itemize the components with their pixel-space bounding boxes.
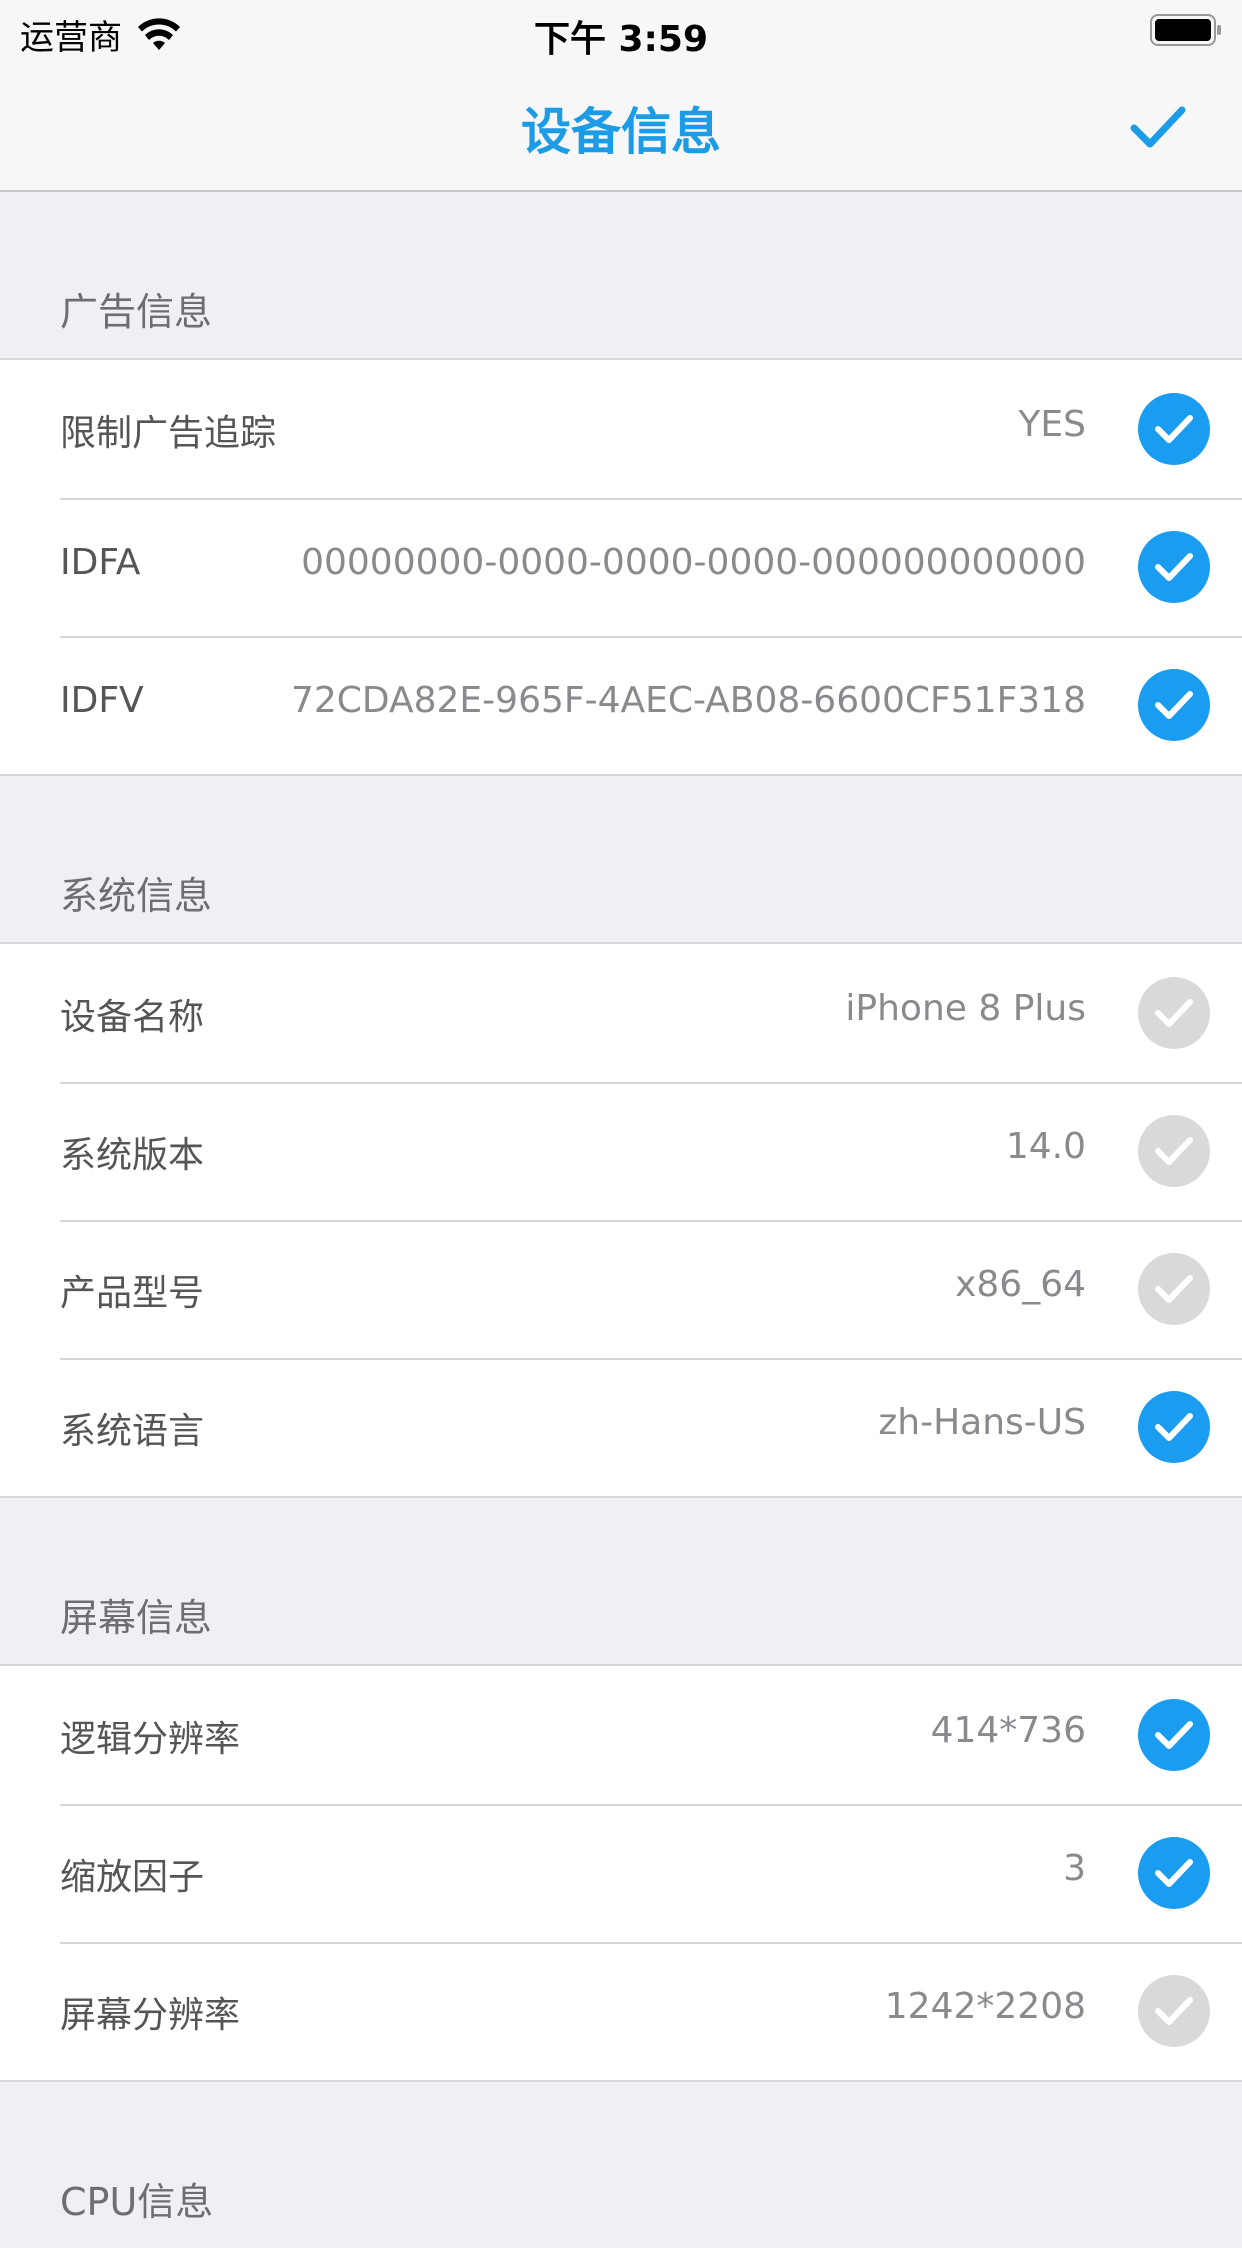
row-value: 414*736 (930, 1710, 1086, 1751)
table-row[interactable]: 屏幕分辨率 1242*2208 (0, 1942, 1242, 2080)
row-value: iPhone 8 Plus (845, 988, 1086, 1029)
checkmark-on-icon[interactable] (1138, 393, 1210, 465)
row-label: 缩放因子 (60, 1857, 205, 1898)
row-label: 屏幕分辨率 (60, 1995, 241, 2036)
navigation-bar: 设备信息 (0, 62, 1242, 192)
table-row[interactable]: 设备名称 iPhone 8 Plus (0, 944, 1242, 1082)
checkmark-on-icon[interactable] (1138, 669, 1210, 741)
checkmark-on-icon[interactable] (1138, 1837, 1210, 1909)
row-label: 系统版本 (60, 1135, 205, 1176)
section-title: CPU信息 (60, 2180, 214, 2224)
checkmark-on-icon[interactable] (1138, 1391, 1210, 1463)
row-label: 逻辑分辨率 (60, 1719, 241, 1760)
row-value: 72CDA82E-965F-4AEC-AB08-6600CF51F318 (290, 680, 1086, 721)
row-label: IDFV (60, 680, 144, 721)
section-group: 逻辑分辨率 414*736 缩放因子 3 屏幕分辨率 1242*2208 (0, 1664, 1242, 2082)
done-check-button[interactable] (1128, 102, 1188, 152)
table-row[interactable]: IDFV 72CDA82E-965F-4AEC-AB08-6600CF51F318 (0, 636, 1242, 774)
row-label: 限制广告追踪 (60, 413, 277, 454)
table-row[interactable]: 系统版本 14.0 (0, 1082, 1242, 1220)
section-title: 广告信息 (60, 290, 213, 334)
table-row[interactable]: IDFA 00000000-0000-0000-0000-000000000000 (0, 498, 1242, 636)
section-title: 系统信息 (60, 874, 213, 918)
row-label: 产品型号 (60, 1273, 205, 1314)
row-value: 1242*2208 (884, 1986, 1086, 2027)
section-title: 屏幕信息 (60, 1596, 213, 1640)
page-title: 设备信息 (521, 103, 721, 161)
row-value: 00000000-0000-0000-0000-000000000000 (301, 542, 1086, 583)
checkmark-off-icon[interactable] (1138, 1115, 1210, 1187)
settings-list[interactable]: 广告信息限制广告追踪 YES IDFA 00000000-0000-0000-0000… (0, 192, 1242, 2248)
section-header: 屏幕信息 (0, 1498, 1242, 1664)
row-label: 系统语言 (60, 1411, 205, 1452)
row-label: IDFA (60, 542, 141, 583)
table-row[interactable]: 缩放因子 3 (0, 1804, 1242, 1942)
checkmark-on-icon[interactable] (1138, 1699, 1210, 1771)
row-value: 14.0 (1005, 1126, 1086, 1167)
status-time: 下午 3:59 (533, 19, 709, 60)
row-value: YES (1018, 404, 1086, 445)
battery-icon (1150, 14, 1221, 46)
table-row[interactable]: 逻辑分辨率 414*736 (0, 1666, 1242, 1804)
row-value: zh-Hans-US (878, 1402, 1086, 1443)
checkmark-off-icon[interactable] (1138, 1253, 1210, 1325)
status-bar: 运营商 下午 3:59 (0, 0, 1242, 62)
checkmark-on-icon[interactable] (1138, 531, 1210, 603)
section-header: CPU信息 (0, 2082, 1242, 2248)
row-value: x86_64 (955, 1264, 1086, 1305)
row-label: 设备名称 (60, 997, 205, 1038)
section-group: 限制广告追踪 YES IDFA 00000000-0000-0000-0000-000… (0, 358, 1242, 776)
section-group: 设备名称 iPhone 8 Plus 系统版本 14.0 产品型号 x86_64 系统语言 z… (0, 942, 1242, 1498)
section-header: 系统信息 (0, 776, 1242, 942)
table-row[interactable]: 系统语言 zh-Hans-US (0, 1358, 1242, 1496)
table-row[interactable]: 产品型号 x86_64 (0, 1220, 1242, 1358)
section-header: 广告信息 (0, 192, 1242, 358)
row-value: 3 (1063, 1848, 1086, 1889)
table-row[interactable]: 限制广告追踪 YES (0, 360, 1242, 498)
checkmark-off-icon[interactable] (1138, 1975, 1210, 2047)
checkmark-off-icon[interactable] (1138, 977, 1210, 1049)
